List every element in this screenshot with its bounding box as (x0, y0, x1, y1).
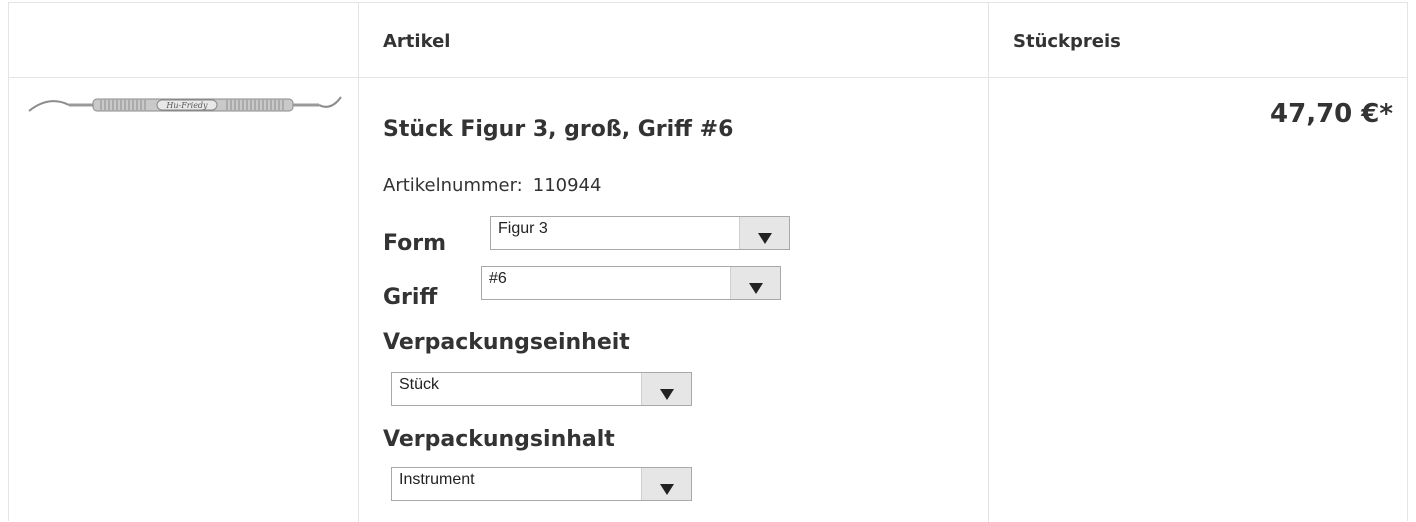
product-table: Artikel Stückpreis Hu-Friedy Stück Figur… (8, 2, 1408, 522)
dental-instrument-image[interactable]: Hu-Friedy (27, 91, 343, 117)
column-header-artikel: Artikel (383, 31, 451, 52)
chevron-down-icon (660, 484, 674, 495)
verpackungsinhalt-label: Verpackungsinhalt (383, 427, 615, 452)
article-number-label: Artikelnummer: (383, 175, 523, 196)
griff-select[interactable]: #6 (481, 266, 781, 300)
chevron-down-icon (749, 283, 763, 294)
table-header-row: Artikel Stückpreis (9, 3, 1407, 78)
chevron-down-icon (660, 389, 674, 400)
verpackungsinhalt-select[interactable]: Instrument (391, 467, 692, 501)
article-number-value: 110944 (532, 175, 602, 196)
form-label: Form (383, 231, 447, 256)
verpackungseinheit-select[interactable]: Stück (391, 372, 692, 406)
column-divider (988, 3, 989, 522)
form-select-value: Figur 3 (498, 220, 548, 237)
verpackungseinheit-select-button[interactable] (641, 373, 691, 405)
article-number: Artikelnummer: 110944 (383, 175, 601, 196)
verpackungsinhalt-select-value: Instrument (399, 471, 475, 488)
verpackungsinhalt-select-button[interactable] (641, 468, 691, 500)
form-select[interactable]: Figur 3 (490, 216, 790, 250)
product-title[interactable]: Stück Figur 3, groß, Griff #6 (383, 117, 733, 142)
griff-select-value: #6 (489, 270, 507, 287)
chevron-down-icon (758, 233, 772, 244)
column-divider (358, 3, 359, 522)
verpackungseinheit-label: Verpackungseinheit (383, 330, 630, 355)
griff-select-button[interactable] (730, 267, 780, 299)
form-select-button[interactable] (739, 217, 789, 249)
svg-text:Hu-Friedy: Hu-Friedy (165, 101, 208, 110)
column-header-stueckpreis: Stückpreis (1013, 31, 1121, 52)
unit-price: 47,70 €* (1270, 99, 1393, 129)
griff-label: Griff (383, 285, 438, 310)
verpackungseinheit-select-value: Stück (399, 376, 440, 393)
